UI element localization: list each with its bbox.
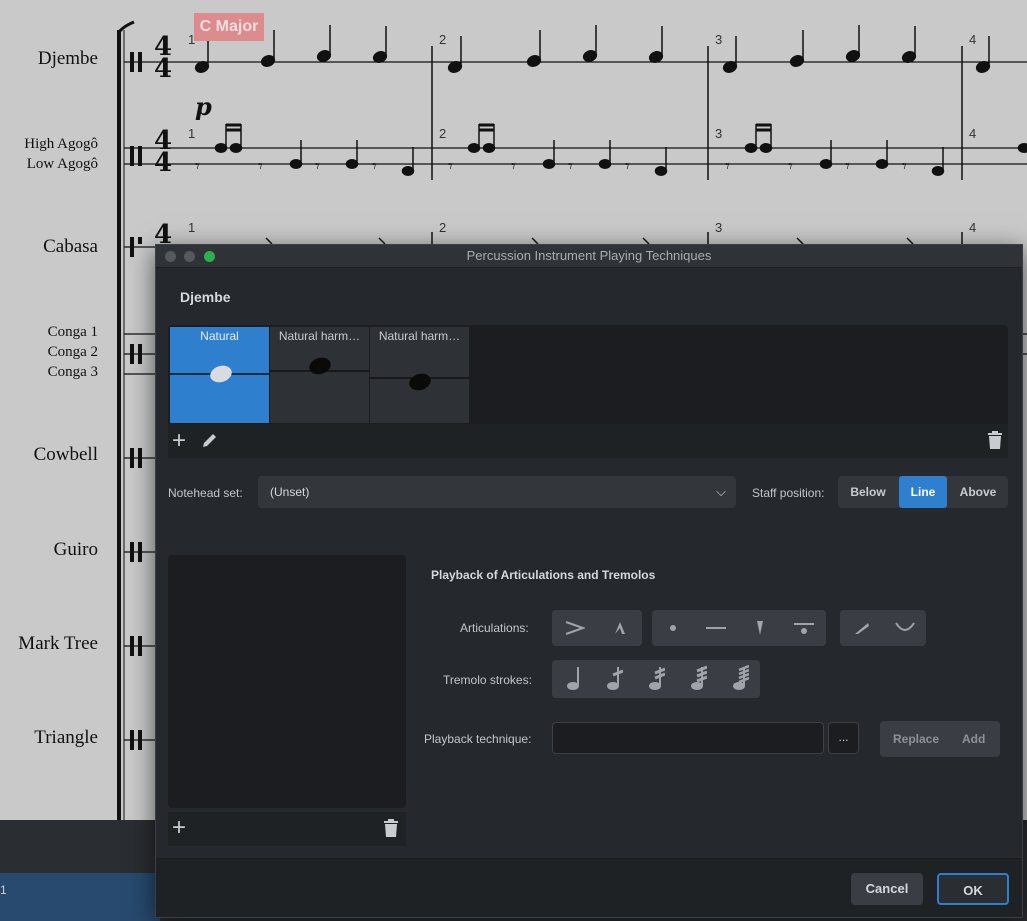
svg-text:𝄾: 𝄾 bbox=[315, 156, 320, 177]
time-signature-cabasa: 4 bbox=[154, 220, 173, 250]
bar-number: 3 bbox=[715, 220, 723, 235]
dialog-footer: Cancel OK bbox=[156, 858, 1022, 917]
bar-number: 1 bbox=[188, 32, 196, 47]
playback-technique-input[interactable] bbox=[552, 722, 824, 754]
tremolo-3-icon[interactable] bbox=[677, 660, 719, 698]
instrument-label-guiro[interactable]: Guiro bbox=[54, 539, 98, 561]
staccatissimo-icon[interactable] bbox=[738, 610, 782, 646]
svg-text:𝄾: 𝄾 bbox=[195, 156, 200, 177]
staccato-icon[interactable] bbox=[652, 610, 694, 646]
instrument-label-low-agogo[interactable]: Low Agogô bbox=[27, 156, 98, 173]
add-technique-plus-icon[interactable]: + bbox=[172, 429, 186, 453]
add-mapping-plus-icon[interactable]: + bbox=[172, 816, 186, 840]
bar-number: 3 bbox=[715, 32, 723, 47]
playing-techniques-dialog: Percussion Instrument Playing Techniques… bbox=[155, 244, 1023, 918]
notehead-set-dropdown[interactable]: (Unset) ⌵ bbox=[258, 476, 736, 508]
delete-technique-trash-icon[interactable] bbox=[986, 430, 1004, 454]
staff-position-segmented: Below Line Above bbox=[838, 476, 1008, 508]
staff-position-label: Staff position: bbox=[752, 486, 825, 500]
tremolo-1-icon[interactable] bbox=[593, 660, 635, 698]
technique-tile-natural-harmonic-2[interactable]: Natural harm… bbox=[370, 327, 470, 423]
tremolo-2-icon[interactable] bbox=[635, 660, 677, 698]
tenuto-icon[interactable] bbox=[694, 610, 738, 646]
edit-technique-pencil-icon[interactable] bbox=[200, 430, 220, 454]
instrument-label-cowbell[interactable]: Cowbell bbox=[34, 444, 98, 466]
techniques-panel: Natural Natural harm… Natural harm… + bbox=[168, 325, 1008, 458]
dialog-title: Percussion Instrument Playing Techniques bbox=[466, 248, 712, 263]
key-signature-badge[interactable]: C Major bbox=[194, 13, 264, 41]
playback-mappings-list[interactable] bbox=[168, 555, 406, 808]
ok-button[interactable]: OK bbox=[937, 873, 1009, 905]
instrument-name-heading: Djembe bbox=[180, 289, 231, 305]
bar-number: 3 bbox=[715, 126, 723, 141]
accent-icon[interactable] bbox=[552, 610, 597, 646]
bar-number: 4 bbox=[969, 126, 977, 141]
instrument-label-cabasa[interactable]: Cabasa bbox=[43, 236, 98, 258]
dialog-titlebar[interactable]: Percussion Instrument Playing Techniques bbox=[156, 245, 1022, 268]
technique-tile-natural-harmonic-1[interactable]: Natural harm… bbox=[270, 327, 370, 423]
tremolo-0-icon[interactable] bbox=[552, 660, 593, 698]
articulations-group-other bbox=[840, 610, 926, 646]
articulations-group-durations bbox=[652, 610, 826, 646]
status-text: 1 bbox=[0, 883, 7, 897]
instrument-label-conga-3[interactable]: Conga 3 bbox=[48, 364, 98, 381]
notehead-preview bbox=[170, 365, 269, 383]
minimize-window-button[interactable] bbox=[184, 251, 195, 262]
zoom-window-button[interactable] bbox=[204, 251, 215, 262]
notehead-set-value: (Unset) bbox=[270, 485, 310, 499]
tremolo-strokes-group bbox=[552, 660, 760, 698]
instrument-label-conga-2[interactable]: Conga 2 bbox=[48, 344, 98, 361]
svg-text:𝄾: 𝄾 bbox=[372, 156, 377, 177]
replace-add-group: Replace Add bbox=[880, 721, 1000, 757]
staff-position-above-button[interactable]: Above bbox=[948, 476, 1008, 508]
tremolo-strokes-label: Tremolo strokes: bbox=[443, 673, 532, 687]
bar-number: 1 bbox=[188, 220, 196, 235]
instrument-label-conga-1[interactable]: Conga 1 bbox=[48, 324, 98, 341]
replace-button[interactable]: Replace bbox=[893, 721, 939, 757]
time-signature-djembe: 44 bbox=[154, 32, 173, 84]
instrument-label-triangle[interactable]: Triangle bbox=[34, 727, 98, 749]
techniques-toolbar: + bbox=[168, 424, 1008, 458]
notehead-preview bbox=[370, 373, 469, 391]
articulations-group-accents bbox=[552, 610, 642, 646]
staff-position-line-button[interactable]: Line bbox=[899, 476, 947, 508]
playback-technique-label: Playback technique: bbox=[424, 732, 532, 746]
delete-mapping-trash-icon[interactable] bbox=[382, 818, 400, 842]
dynamic-marking[interactable]: p bbox=[195, 92, 212, 121]
staff-position-below-button[interactable]: Below bbox=[838, 476, 898, 508]
svg-text:𝄾: 𝄾 bbox=[258, 156, 263, 177]
instrument-label-mark-tree[interactable]: Mark Tree bbox=[18, 633, 98, 655]
bar-number: 4 bbox=[969, 32, 977, 47]
instrument-label-djembe[interactable]: Djembe bbox=[38, 48, 98, 70]
notehead-set-label: Notehead set: bbox=[168, 486, 243, 500]
tenuto-staccato-icon[interactable] bbox=[782, 610, 826, 646]
bar-number: 2 bbox=[439, 32, 447, 47]
tremolo-4-icon[interactable] bbox=[719, 660, 760, 698]
bar-number: 1 bbox=[188, 126, 196, 141]
add-button[interactable]: Add bbox=[962, 721, 985, 757]
bar-number: 4 bbox=[969, 220, 977, 235]
chevron-down-icon: ⌵ bbox=[716, 484, 726, 499]
playback-section-title: Playback of Articulations and Tremolos bbox=[431, 568, 656, 582]
status-bar: 1 bbox=[0, 873, 160, 921]
cancel-button[interactable]: Cancel bbox=[851, 873, 923, 905]
marcato-icon[interactable] bbox=[597, 610, 642, 646]
instrument-label-high-agogo[interactable]: High Agogô bbox=[24, 136, 98, 153]
mappings-toolbar: + bbox=[168, 812, 406, 846]
bar-number: 2 bbox=[439, 126, 447, 141]
notehead-preview bbox=[270, 357, 369, 375]
bar-number: 2 bbox=[439, 220, 447, 235]
technique-tile-natural[interactable]: Natural bbox=[170, 327, 270, 423]
close-window-button[interactable] bbox=[165, 251, 176, 262]
articulations-label: Articulations: bbox=[460, 621, 529, 635]
stress-icon[interactable] bbox=[840, 610, 883, 646]
unstress-icon[interactable] bbox=[883, 610, 926, 646]
choose-playback-technique-button[interactable]: ... bbox=[828, 722, 859, 754]
time-signature-agogo: 44 bbox=[154, 126, 173, 178]
